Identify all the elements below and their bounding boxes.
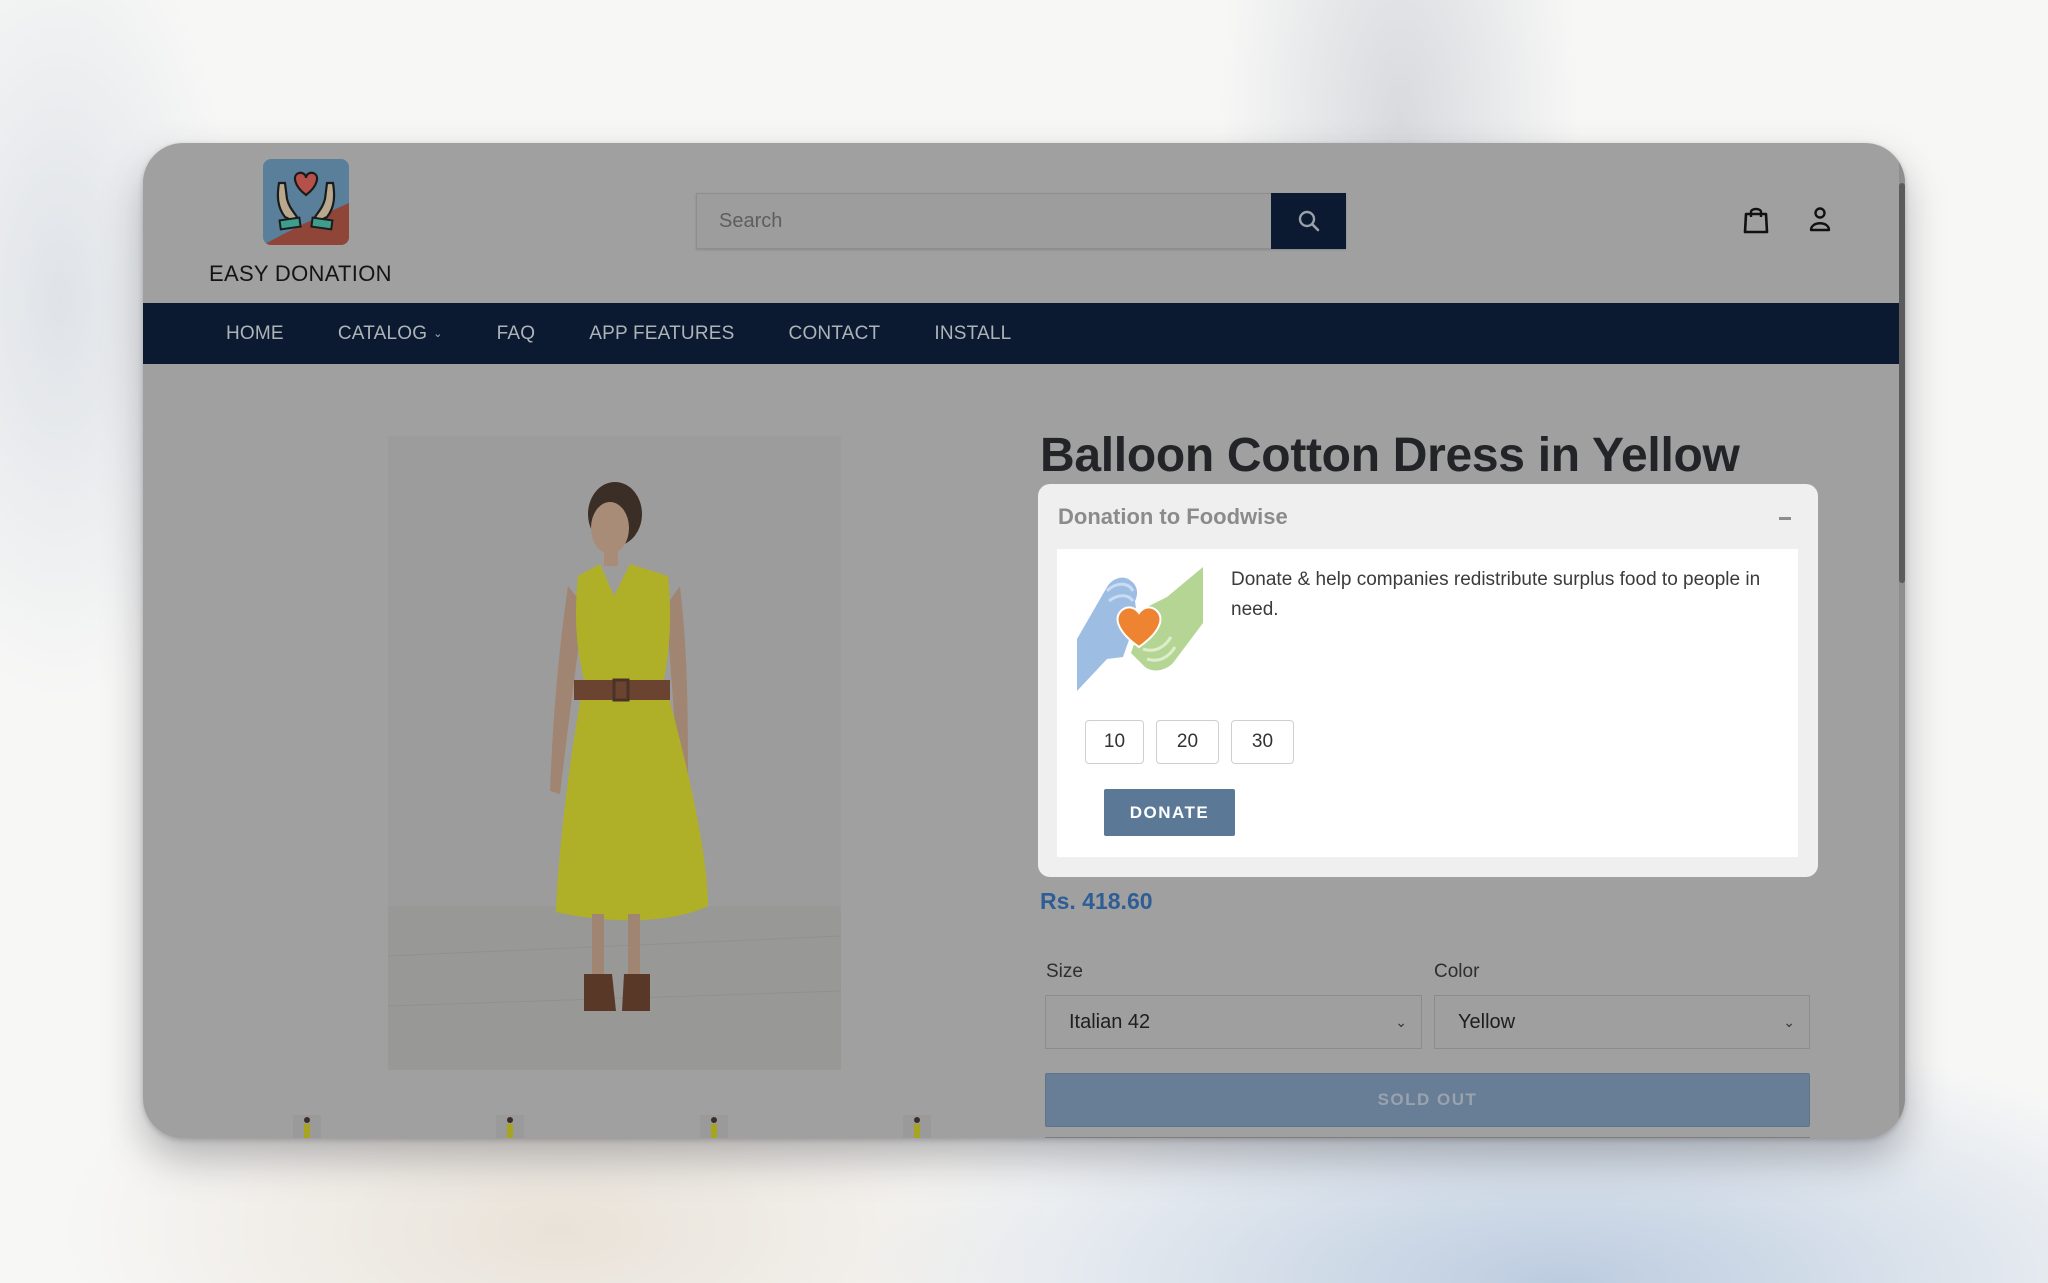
store-logo[interactable] [263, 159, 349, 245]
donation-body: Donate & help companies redistribute sur… [1057, 549, 1798, 857]
nav-label: FAQ [496, 322, 536, 344]
nav-label: CATALOG [337, 322, 428, 344]
donation-title: Donation to Foodwise [1058, 504, 1288, 529]
minus-icon [1779, 516, 1791, 520]
donate-button[interactable]: DONATE [1104, 789, 1235, 836]
brand-name: EASY DONATION [209, 261, 392, 286]
nav-item-app-features[interactable]: APP FEATURES [589, 323, 734, 345]
color-select-value: Yellow [1458, 1010, 1516, 1033]
product-thumbnail[interactable] [293, 1115, 321, 1138]
nav-label: CONTACT [788, 322, 881, 344]
thumbnail-image [711, 1117, 717, 1138]
donation-amounts: 10 20 30 [1085, 720, 1294, 764]
main-navigation: HOME CATALOG ⌄ FAQ APP FEATURES CONTACT I… [143, 303, 1899, 364]
product-photo [388, 436, 841, 1070]
thumbnail-image [914, 1117, 920, 1138]
product-thumbnail[interactable] [700, 1115, 728, 1138]
scrollbar[interactable] [1899, 143, 1905, 1138]
thumbnail-image [507, 1117, 513, 1138]
nav-item-install[interactable]: INSTALL [934, 323, 1011, 345]
site-header: EASY DONATION [143, 143, 1899, 303]
nav-label: APP FEATURES [589, 322, 735, 344]
amount-button-30[interactable]: 30 [1231, 720, 1294, 764]
sold-out-button[interactable]: SOLD OUT [1045, 1073, 1810, 1127]
cart-icon [1743, 207, 1769, 234]
chevron-down-icon: ⌄ [1783, 1013, 1795, 1030]
collapse-button[interactable] [1774, 508, 1796, 528]
size-label: Size [1046, 961, 1083, 982]
product-price: Rs. 418.60 [1040, 888, 1153, 914]
nav-label: HOME [226, 322, 284, 344]
account-icon [1809, 207, 1831, 232]
donation-widget: Donation to Foodwise Donate & help compa… [1038, 484, 1818, 877]
cart-button[interactable] [1739, 203, 1773, 237]
hands-heart-logo-icon [263, 159, 349, 245]
thumbnail-image [304, 1117, 310, 1138]
color-select[interactable]: Yellow ⌄ [1434, 995, 1810, 1049]
color-label: Color [1434, 961, 1480, 982]
divider [1045, 1137, 1810, 1138]
nav-item-contact[interactable]: CONTACT [789, 323, 881, 345]
size-select-value: Italian 42 [1069, 1010, 1151, 1033]
search-input[interactable] [696, 193, 1271, 249]
nav-item-catalog[interactable]: CATALOG ⌄ [338, 323, 443, 345]
search-button[interactable] [1271, 193, 1346, 249]
search-icon [1298, 210, 1319, 232]
nav-item-faq[interactable]: FAQ [497, 323, 536, 345]
search-bar [696, 193, 1346, 249]
account-button[interactable] [1803, 203, 1837, 237]
nav-item-home[interactable]: HOME [226, 323, 284, 345]
chevron-down-icon: ⌄ [433, 328, 443, 340]
amount-button-20[interactable]: 20 [1156, 720, 1219, 764]
chevron-down-icon: ⌄ [1395, 1013, 1407, 1030]
amount-button-10[interactable]: 10 [1085, 720, 1144, 764]
size-select[interactable]: Italian 42 ⌄ [1045, 995, 1422, 1049]
scrollbar-thumb[interactable] [1899, 183, 1905, 583]
product-thumbnail[interactable] [496, 1115, 524, 1138]
product-image[interactable] [388, 436, 841, 1070]
browser-window: EASY DONATION HOME CATALO [143, 143, 1905, 1138]
nav-label: INSTALL [934, 322, 1012, 344]
charity-hands-heart-icon [1077, 567, 1203, 691]
product-title: Balloon Cotton Dress in Yellow [1040, 429, 1740, 482]
product-thumbnail[interactable] [903, 1115, 931, 1138]
donation-description: Donate & help companies redistribute sur… [1231, 569, 1761, 620]
